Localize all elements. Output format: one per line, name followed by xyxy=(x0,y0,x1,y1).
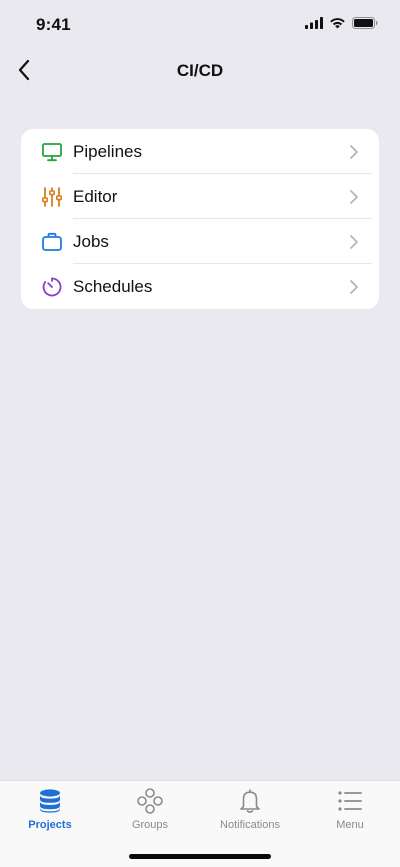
home-indicator xyxy=(129,854,271,859)
bell-icon xyxy=(237,788,263,814)
list-item-schedules[interactable]: Schedules xyxy=(21,264,379,309)
tab-label: Menu xyxy=(336,819,364,831)
battery-icon xyxy=(352,16,378,34)
database-icon xyxy=(37,788,63,814)
tab-menu[interactable]: Menu xyxy=(300,781,400,841)
chevron-right-icon xyxy=(349,144,359,160)
list-item-editor[interactable]: Editor xyxy=(21,174,379,219)
chevron-right-icon xyxy=(349,189,359,205)
tab-groups[interactable]: Groups xyxy=(100,781,200,841)
status-icons xyxy=(305,16,378,34)
tab-label: Projects xyxy=(28,819,72,831)
status-bar: 9:41 xyxy=(0,0,400,50)
chevron-right-icon xyxy=(349,234,359,250)
list-item-pipelines[interactable]: Pipelines xyxy=(21,129,379,174)
list-item-jobs[interactable]: Jobs xyxy=(21,219,379,264)
groups-icon xyxy=(137,788,163,814)
page-title: CI/CD xyxy=(176,61,224,80)
briefcase-icon xyxy=(41,231,63,253)
chevron-right-icon xyxy=(349,279,359,295)
list-item-label: Editor xyxy=(73,187,118,206)
monitor-icon xyxy=(41,141,63,163)
list-item-label: Schedules xyxy=(73,277,153,296)
timer-icon xyxy=(41,276,63,298)
list-icon xyxy=(337,788,363,814)
tab-bar: Projects Groups Notifications Menu xyxy=(0,780,400,867)
cicd-menu-list: Pipelines Editor Jobs Schedules xyxy=(21,129,379,309)
sliders-icon xyxy=(41,186,63,208)
navigation-bar: CI/CD xyxy=(0,50,400,94)
tab-label: Groups xyxy=(131,819,169,831)
tab-projects[interactable]: Projects xyxy=(0,781,100,841)
tab-label: Notifications xyxy=(220,819,280,831)
list-item-label: Jobs xyxy=(73,232,109,251)
list-item-label: Pipelines xyxy=(73,142,142,161)
wifi-icon xyxy=(329,16,346,34)
status-time: 9:41 xyxy=(36,15,71,34)
cellular-signal-icon xyxy=(305,16,323,34)
tab-notifications[interactable]: Notifications xyxy=(200,781,300,841)
